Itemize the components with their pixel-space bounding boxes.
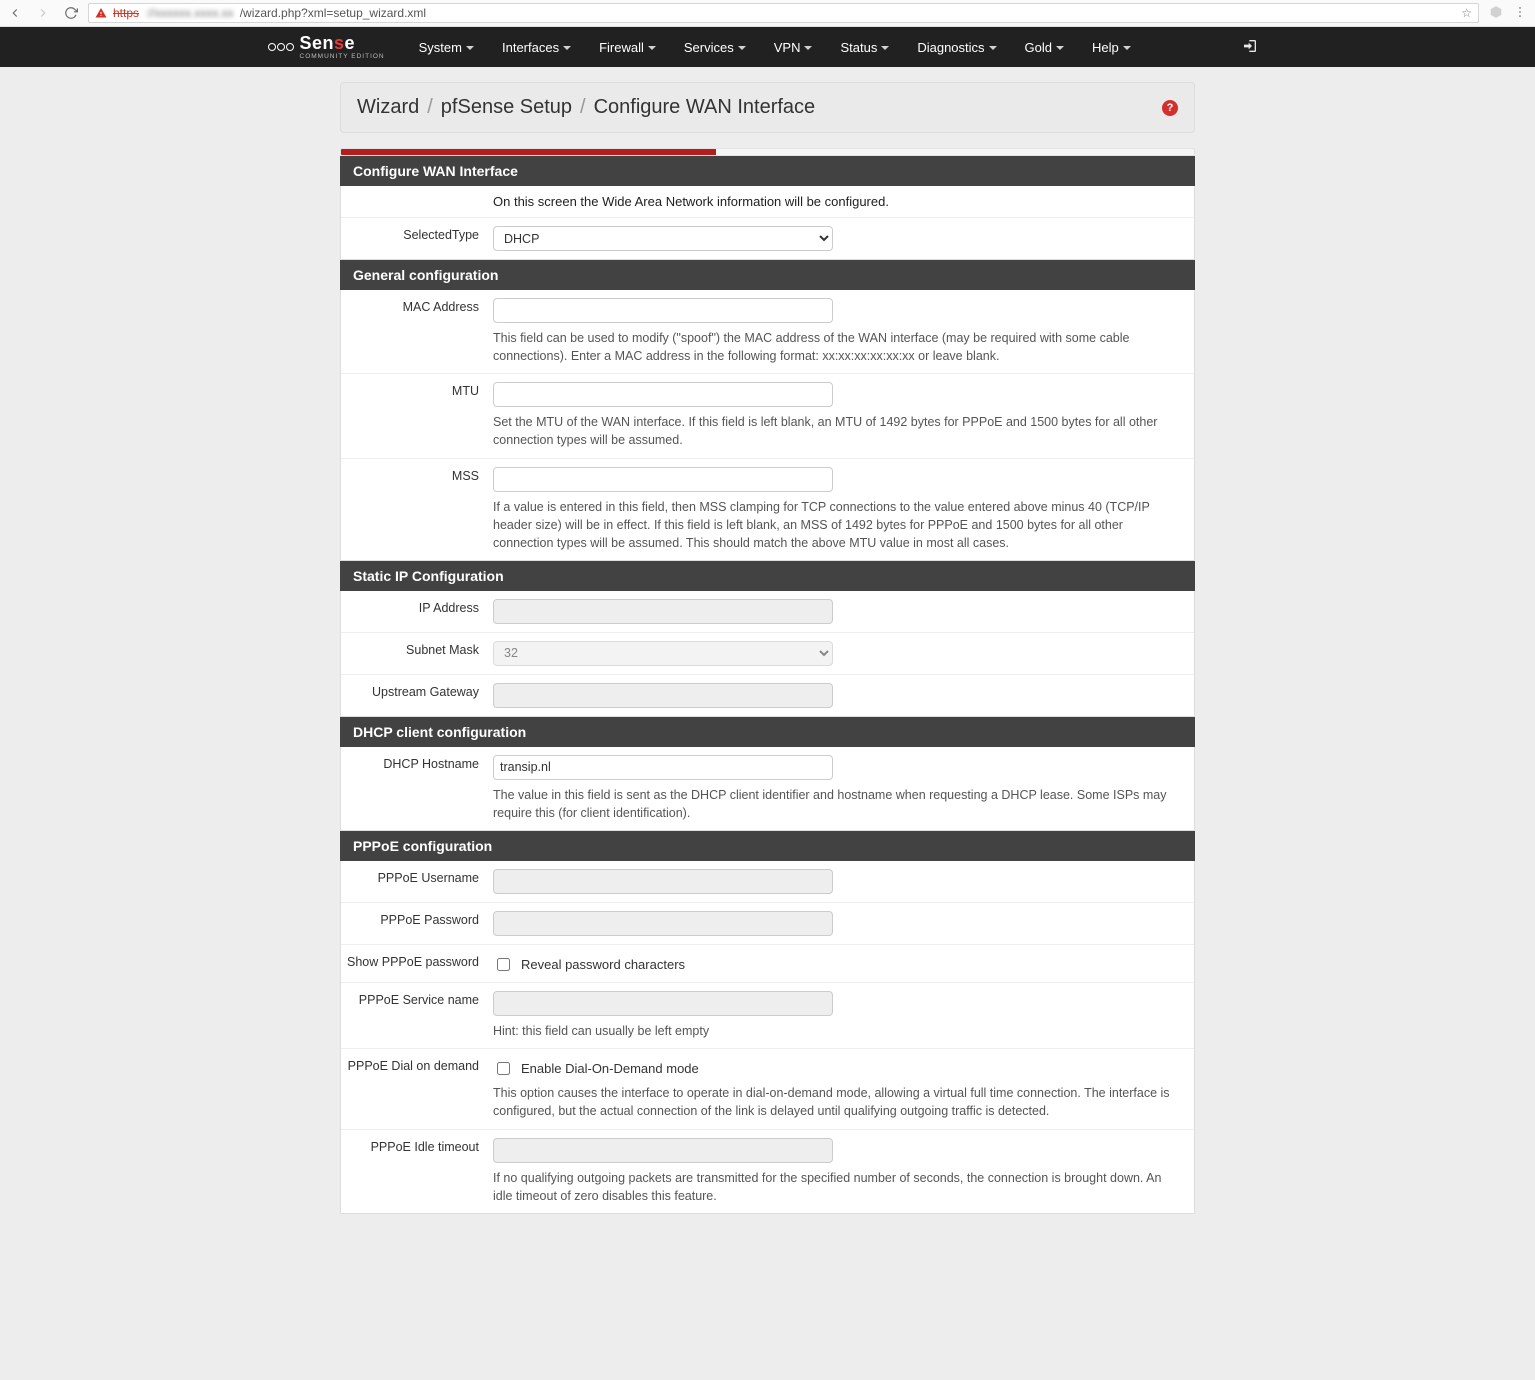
main-navbar: Sense COMMUNITY EDITION System Interface… [0, 27, 1535, 67]
showpw-checkbox[interactable] [497, 958, 510, 971]
pppoe-pass-input [493, 911, 833, 936]
reload-icon[interactable] [64, 6, 78, 20]
mss-label: MSS [341, 459, 487, 560]
not-secure-icon [95, 7, 107, 19]
brand-sub: COMMUNITY EDITION [300, 54, 385, 61]
mask-label: Subnet Mask [341, 633, 487, 674]
dhcp-host-help: The value in this field is sent as the D… [493, 786, 1182, 822]
back-icon[interactable] [8, 6, 22, 20]
selected-type-label: SelectedType [341, 218, 487, 259]
brand-logo[interactable]: Sense COMMUNITY EDITION [268, 34, 385, 61]
mss-input[interactable] [493, 467, 833, 492]
crumb-setup[interactable]: pfSense Setup [441, 96, 572, 119]
panel-header-pppoe: PPPoE configuration [340, 831, 1195, 861]
wizard-progress [340, 148, 1195, 156]
nav-interfaces[interactable]: Interfaces [488, 27, 585, 67]
chevron-down-icon [989, 46, 997, 50]
extension-icon[interactable] [1489, 5, 1503, 22]
nav-gold[interactable]: Gold [1011, 27, 1078, 67]
mac-help: This field can be used to modify ("spoof… [493, 329, 1182, 365]
crumb-wizard[interactable]: Wizard [357, 96, 419, 119]
panel-header-static: Static IP Configuration [340, 561, 1195, 591]
chevron-down-icon [881, 46, 889, 50]
selected-type-select[interactable]: DHCP [493, 226, 833, 251]
pppoe-user-label: PPPoE Username [341, 861, 487, 902]
breadcrumb-sep: / [427, 96, 433, 119]
brand-name: Sense [300, 34, 356, 52]
url-struck: https [113, 6, 139, 20]
mtu-label: MTU [341, 374, 487, 457]
menu-vert-icon[interactable] [1513, 5, 1527, 22]
mac-label: MAC Address [341, 290, 487, 373]
progress-fill [341, 149, 716, 155]
nav-services[interactable]: Services [670, 27, 760, 67]
idle-help: If no qualifying outgoing packets are tr… [493, 1169, 1182, 1205]
ip-label: IP Address [341, 591, 487, 632]
nav-vpn[interactable]: VPN [760, 27, 827, 67]
mtu-help: Set the MTU of the WAN interface. If thi… [493, 413, 1182, 449]
idle-input [493, 1138, 833, 1163]
breadcrumb: Wizard / pfSense Setup / Configure WAN I… [340, 82, 1195, 133]
wan-intro: On this screen the Wide Area Network inf… [487, 186, 1194, 217]
forward-icon[interactable] [36, 6, 50, 20]
chevron-down-icon [804, 46, 812, 50]
dhcp-host-label: DHCP Hostname [341, 747, 487, 830]
nav-system[interactable]: System [405, 27, 488, 67]
nav-items: System Interfaces Firewall Services VPN … [405, 27, 1145, 67]
chevron-down-icon [1056, 46, 1064, 50]
showpw-label: Show PPPoE password [341, 945, 487, 982]
help-icon[interactable]: ? [1162, 100, 1178, 116]
dod-help: This option causes the interface to oper… [493, 1084, 1182, 1120]
url-path: /wizard.php?xml=setup_wizard.xml [240, 6, 426, 20]
chevron-down-icon [466, 46, 474, 50]
panel-header-general: General configuration [340, 260, 1195, 290]
logo-icon [268, 43, 294, 51]
ip-input [493, 599, 833, 624]
chevron-down-icon [738, 46, 746, 50]
nav-help[interactable]: Help [1078, 27, 1145, 67]
panel-header-dhcp: DHCP client configuration [340, 717, 1195, 747]
browser-chrome: https ://xxxxxx.xxxx.xx/wizard.php?xml=se… [0, 0, 1535, 27]
showpw-text: Reveal password characters [521, 957, 685, 972]
chevron-down-icon [1123, 46, 1131, 50]
dhcp-host-input[interactable] [493, 755, 833, 780]
svc-label: PPPoE Service name [341, 983, 487, 1048]
url-host: ://xxxxxx.xxxx.xx [145, 6, 234, 20]
idle-label: PPPoE Idle timeout [341, 1130, 487, 1213]
svc-help: Hint: this field can usually be left emp… [493, 1022, 1182, 1040]
nav-firewall[interactable]: Firewall [585, 27, 670, 67]
address-bar[interactable]: https ://xxxxxx.xxxx.xx/wizard.php?xml=se… [88, 3, 1479, 23]
chevron-down-icon [563, 46, 571, 50]
pppoe-pass-label: PPPoE Password [341, 903, 487, 944]
dod-checkbox[interactable] [497, 1062, 510, 1075]
bookmark-star-icon[interactable]: ☆ [1461, 6, 1472, 20]
gw-input [493, 683, 833, 708]
nav-diagnostics[interactable]: Diagnostics [903, 27, 1010, 67]
gw-label: Upstream Gateway [341, 675, 487, 716]
nav-status[interactable]: Status [826, 27, 903, 67]
mask-select: 32 [493, 641, 833, 666]
panel-header-wan: Configure WAN Interface [340, 156, 1195, 186]
mss-help: If a value is entered in this field, the… [493, 498, 1182, 552]
pppoe-user-input [493, 869, 833, 894]
breadcrumb-sep: / [580, 96, 586, 119]
mtu-input[interactable] [493, 382, 833, 407]
svc-input [493, 991, 833, 1016]
dod-label: PPPoE Dial on demand [341, 1049, 487, 1128]
logout-icon[interactable] [1242, 38, 1258, 57]
mac-input[interactable] [493, 298, 833, 323]
crumb-current: Configure WAN Interface [594, 96, 816, 119]
dod-text: Enable Dial-On-Demand mode [521, 1061, 699, 1076]
chevron-down-icon [648, 46, 656, 50]
